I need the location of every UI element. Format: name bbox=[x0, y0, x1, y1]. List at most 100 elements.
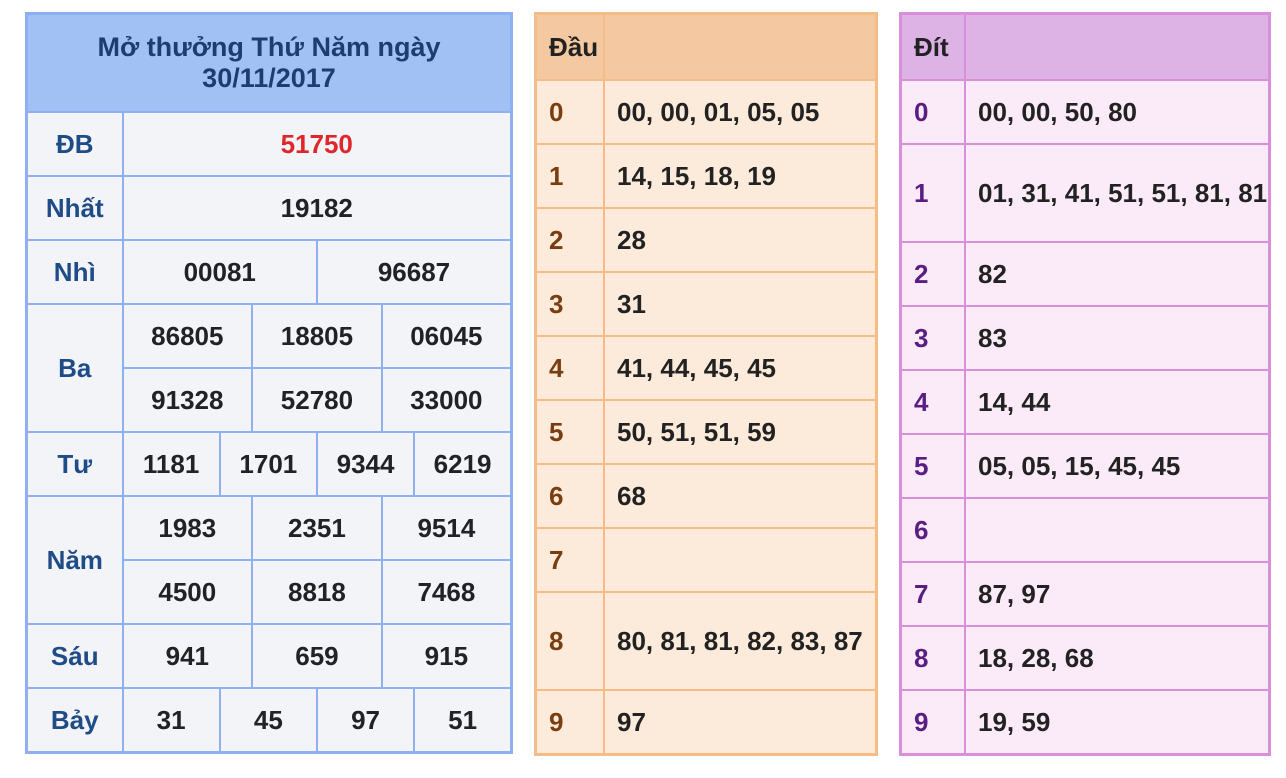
tails-row: 3 83 bbox=[899, 305, 1271, 371]
special-prize-value: 51750 bbox=[121, 111, 513, 177]
heads-value: 50, 51, 51, 59 bbox=[603, 399, 878, 465]
lottery-results-table: Mở thưởng Thứ Năm ngày 30/11/2017 ĐB 517… bbox=[25, 12, 513, 754]
prize-value: 33000 bbox=[380, 367, 513, 433]
heads-row: 8 80, 81, 81, 82, 83, 87 bbox=[534, 591, 878, 691]
prize-row-ba: Ba 86805 18805 06045 bbox=[25, 303, 513, 433]
results-title: Mở thưởng Thứ Năm ngày 30/11/2017 bbox=[25, 12, 513, 113]
heads-key: 5 bbox=[534, 399, 605, 465]
tails-key: 8 bbox=[899, 625, 966, 691]
prize-label-nam: Năm bbox=[25, 495, 124, 625]
tails-value: 18, 28, 68 bbox=[964, 625, 1271, 691]
heads-row: 9 97 bbox=[534, 689, 878, 756]
prize-row-nhi: Nhì 00081 96687 bbox=[25, 239, 513, 305]
prize-value: 19182 bbox=[121, 175, 513, 241]
heads-header: Đầu bbox=[534, 12, 605, 81]
heads-key: 1 bbox=[534, 143, 605, 209]
tails-row: 9 19, 59 bbox=[899, 689, 1271, 756]
prize-value: 06045 bbox=[380, 303, 513, 369]
prize-value: 18805 bbox=[251, 303, 383, 369]
heads-key: 7 bbox=[534, 527, 605, 593]
heads-key: 6 bbox=[534, 463, 605, 529]
prize-value: 97 bbox=[315, 687, 416, 754]
tails-header-blank bbox=[964, 12, 1271, 81]
prize-row-nhat: Nhất 19182 bbox=[25, 175, 513, 241]
prize-value: 941 bbox=[121, 623, 254, 689]
tails-row: 1 01, 31, 41, 51, 51, 81, 81 bbox=[899, 143, 1271, 243]
heads-value bbox=[603, 527, 878, 593]
tails-value: 01, 31, 41, 51, 51, 81, 81 bbox=[964, 143, 1271, 243]
tails-key: 3 bbox=[899, 305, 966, 371]
heads-value: 14, 15, 18, 19 bbox=[603, 143, 878, 209]
heads-value: 41, 44, 45, 45 bbox=[603, 335, 878, 401]
prize-value: 86805 bbox=[121, 303, 254, 369]
results-date: 30/11/2017 bbox=[202, 63, 336, 93]
tails-value bbox=[964, 497, 1271, 563]
tails-value: 83 bbox=[964, 305, 1271, 371]
tails-row: 5 05, 05, 15, 45, 45 bbox=[899, 433, 1271, 499]
prize-value: 2351 bbox=[251, 495, 383, 561]
tails-row: 7 87, 97 bbox=[899, 561, 1271, 627]
tails-row: 0 00, 00, 50, 80 bbox=[899, 79, 1271, 145]
prize-label-bay: Bảy bbox=[25, 687, 124, 754]
heads-row: 4 41, 44, 45, 45 bbox=[534, 335, 878, 401]
prize-value: 1983 bbox=[121, 495, 254, 561]
tails-value: 14, 44 bbox=[964, 369, 1271, 435]
prize-value: 4500 bbox=[121, 559, 254, 625]
prize-label-sau: Sáu bbox=[25, 623, 124, 689]
heads-value: 28 bbox=[603, 207, 878, 273]
prize-value: 6219 bbox=[413, 431, 513, 497]
prize-value: 9344 bbox=[315, 431, 416, 497]
results-title-line1: Mở thưởng Thứ Năm ngày bbox=[97, 32, 441, 62]
heads-value: 97 bbox=[603, 689, 878, 756]
prize-label-db: ĐB bbox=[25, 111, 124, 177]
tails-value: 82 bbox=[964, 241, 1271, 307]
tails-key: 2 bbox=[899, 241, 966, 307]
prize-value: 45 bbox=[218, 687, 318, 754]
tails-table: Đít 0 00, 00, 50, 80 1 01, 31, 41, 51, 51,… bbox=[899, 12, 1271, 756]
prize-value: 51 bbox=[413, 687, 513, 754]
tails-key: 4 bbox=[899, 369, 966, 435]
prize-value: 7468 bbox=[380, 559, 513, 625]
tails-row: 4 14, 44 bbox=[899, 369, 1271, 435]
prize-value: 8818 bbox=[251, 559, 383, 625]
tails-header: Đít bbox=[899, 12, 966, 81]
prize-label-tu: Tư bbox=[25, 431, 124, 497]
tails-key: 6 bbox=[899, 497, 966, 563]
prize-value: 91328 bbox=[121, 367, 254, 433]
tails-value: 19, 59 bbox=[964, 689, 1271, 756]
prize-value: 96687 bbox=[315, 239, 513, 305]
prize-label-nhat: Nhất bbox=[25, 175, 124, 241]
prize-value: 659 bbox=[251, 623, 383, 689]
prize-value: 52780 bbox=[251, 367, 383, 433]
heads-key: 2 bbox=[534, 207, 605, 273]
heads-value: 68 bbox=[603, 463, 878, 529]
prize-value: 31 bbox=[121, 687, 221, 754]
heads-key: 4 bbox=[534, 335, 605, 401]
tails-row: 6 bbox=[899, 497, 1271, 563]
prize-row-tu: Tư 1181 1701 9344 6219 bbox=[25, 431, 513, 497]
heads-key: 3 bbox=[534, 271, 605, 337]
heads-row: 1 14, 15, 18, 19 bbox=[534, 143, 878, 209]
prize-label-ba: Ba bbox=[25, 303, 124, 433]
tails-key: 1 bbox=[899, 143, 966, 243]
heads-table: Đầu 0 00, 00, 01, 05, 05 1 14, 15, 18, 19 … bbox=[534, 12, 878, 756]
prize-row-bay: Bảy 31 45 97 51 bbox=[25, 687, 513, 754]
tails-key: 7 bbox=[899, 561, 966, 627]
prize-value: 00081 bbox=[121, 239, 318, 305]
prize-row-nam: Năm 1983 2351 9514 bbox=[25, 495, 513, 625]
heads-row: 6 68 bbox=[534, 463, 878, 529]
heads-key: 8 bbox=[534, 591, 605, 691]
tails-header-row: Đít bbox=[899, 12, 1271, 81]
heads-key: 9 bbox=[534, 689, 605, 756]
heads-row: 5 50, 51, 51, 59 bbox=[534, 399, 878, 465]
tails-key: 0 bbox=[899, 79, 966, 145]
tails-row: 8 18, 28, 68 bbox=[899, 625, 1271, 691]
tails-row: 2 82 bbox=[899, 241, 1271, 307]
heads-value: 31 bbox=[603, 271, 878, 337]
prize-row-sau: Sáu 941 659 915 bbox=[25, 623, 513, 689]
prize-row-db: ĐB 51750 bbox=[25, 111, 513, 177]
heads-value: 80, 81, 81, 82, 83, 87 bbox=[603, 591, 878, 691]
heads-header-blank bbox=[603, 12, 878, 81]
heads-row: 7 bbox=[534, 527, 878, 593]
tails-key: 5 bbox=[899, 433, 966, 499]
